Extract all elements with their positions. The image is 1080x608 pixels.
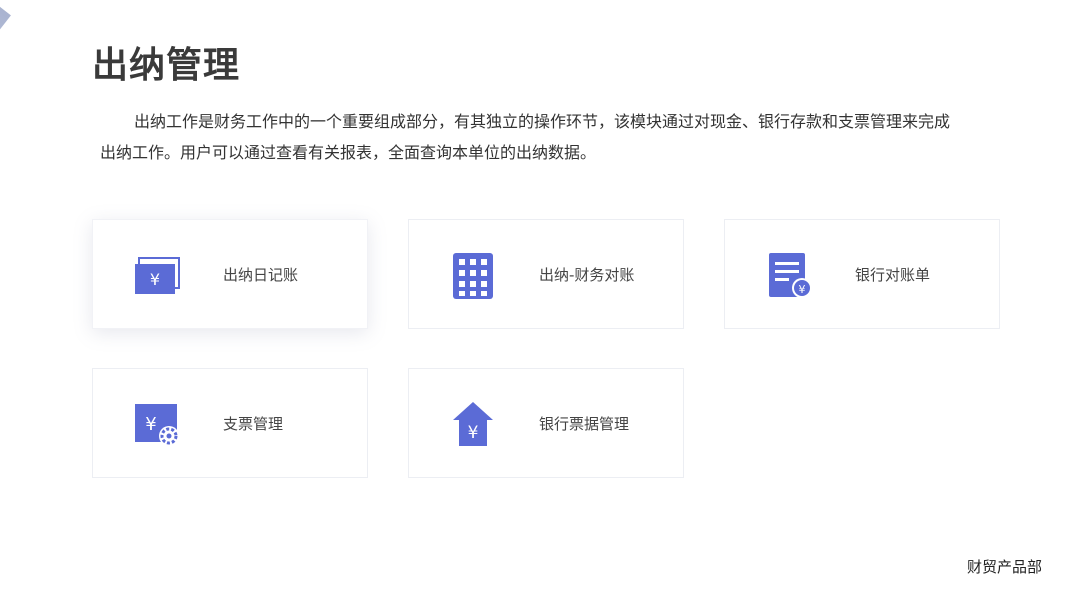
- svg-text:¥: ¥: [468, 423, 479, 443]
- intro-line-1: 出纳工作是财务工作中的一个重要组成部分，有其独立的操作环节，该模块通过对现金、银…: [134, 112, 951, 131]
- module-card-bank-bills[interactable]: ¥ 银行票据管理: [408, 368, 684, 478]
- module-label: 出纳-财务对账: [539, 266, 635, 284]
- module-label: 银行票据管理: [539, 415, 630, 433]
- module-label: 支票管理: [223, 415, 284, 433]
- svg-text:¥: ¥: [145, 414, 156, 435]
- bank-house-icon: ¥: [449, 402, 497, 448]
- footer-department: 财贸产品部: [966, 558, 1042, 576]
- svg-text:¥: ¥: [150, 270, 160, 289]
- module-label: 出纳日记账: [223, 266, 299, 284]
- intro-line-2: 出纳工作。用户可以通过查看有关报表，全面查询本单位的出纳数据。: [100, 143, 597, 162]
- check-settings-icon: ¥: [133, 402, 181, 448]
- module-card-bank-statement[interactable]: ¥ 银行对账单: [724, 219, 1000, 329]
- page-title: 出纳管理: [92, 45, 241, 86]
- calculator-icon: [449, 253, 497, 299]
- svg-text:¥: ¥: [799, 283, 806, 296]
- cash-journal-icon: ¥: [133, 253, 181, 299]
- module-card-reconciliation[interactable]: 出纳-财务对账: [408, 219, 684, 329]
- module-card-check-management[interactable]: ¥ 支票管理: [92, 368, 368, 478]
- bank-statement-icon: ¥: [765, 253, 813, 299]
- module-label: 银行对账单: [855, 266, 931, 284]
- corner-decoration: [0, 0, 11, 189]
- module-card-cash-journal[interactable]: ¥ 出纳日记账: [92, 219, 368, 329]
- intro-text: 出纳工作是财务工作中的一个重要组成部分，有其独立的操作环节，该模块通过对现金、银…: [100, 106, 960, 168]
